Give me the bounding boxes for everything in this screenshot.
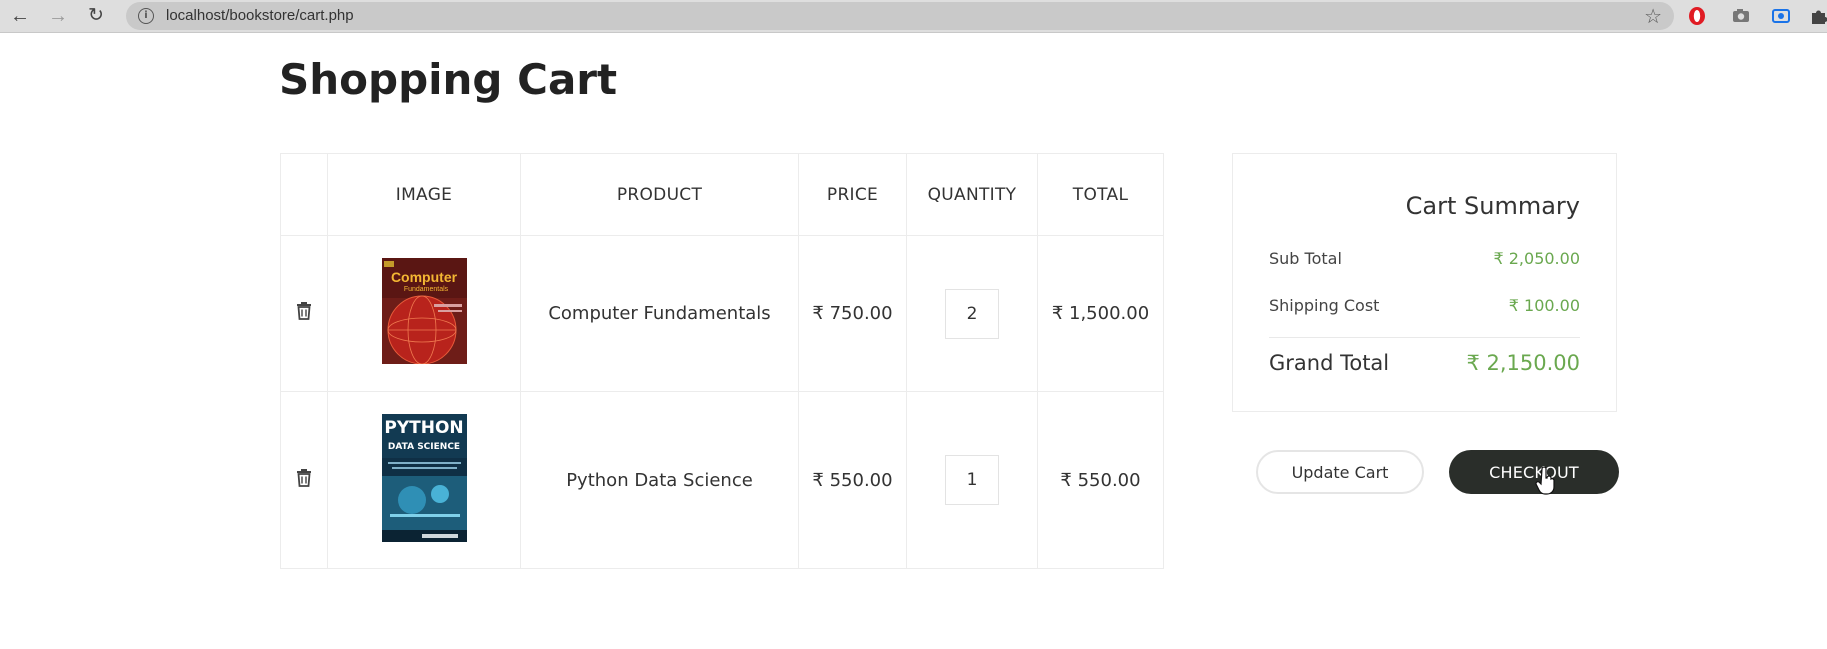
address-bar[interactable]: i localhost/bookstore/cart.php ☆ [126, 2, 1674, 30]
browser-toolbar: ← → ↻ i localhost/bookstore/cart.php ☆ [0, 0, 1827, 33]
header-price: PRICE [798, 153, 907, 236]
sub-total-label: Sub Total [1269, 249, 1342, 268]
table-header-row: IMAGE PRODUCT PRICE QUANTITY TOTAL [280, 153, 1164, 236]
header-product: PRODUCT [520, 153, 799, 236]
line-total: ₹ 550.00 [1037, 391, 1164, 569]
delete-cell [280, 391, 328, 569]
product-price: ₹ 550.00 [798, 391, 907, 569]
product-name[interactable]: Computer Fundamentals [520, 235, 799, 392]
image-cell: Computer Fundamentals [327, 235, 521, 392]
grand-total-row: Grand Total ₹ 2,150.00 [1269, 351, 1580, 375]
quantity-cell [906, 391, 1038, 569]
book-cover-computer-fundamentals[interactable]: Computer Fundamentals [381, 258, 467, 364]
screen-capture-icon[interactable] [1770, 5, 1792, 27]
sub-total-value: ₹ 2,050.00 [1493, 249, 1580, 268]
table-row: PYTHON DATA SCIENCE Python Data Science … [280, 391, 1164, 569]
quantity-cell [906, 235, 1038, 392]
delete-cell [280, 235, 328, 392]
cover-subtitle: Fundamentals [403, 286, 448, 293]
forward-arrow-icon[interactable]: → [46, 4, 70, 28]
image-cell: PYTHON DATA SCIENCE [327, 391, 521, 569]
extensions-puzzle-icon[interactable] [1808, 5, 1827, 27]
book-cover-python-data-science[interactable]: PYTHON DATA SCIENCE [381, 413, 467, 542]
back-arrow-icon[interactable]: ← [8, 4, 32, 28]
info-icon[interactable]: i [138, 8, 154, 24]
grand-total-value: ₹ 2,150.00 [1466, 351, 1580, 375]
cover-title: PYTHON [384, 418, 463, 438]
camera-icon[interactable] [1730, 5, 1752, 27]
table-row: Computer Fundamentals Computer Fundament… [280, 235, 1164, 392]
reload-icon[interactable]: ↻ [84, 4, 108, 28]
quantity-input[interactable] [945, 288, 999, 339]
trash-icon[interactable] [295, 301, 313, 321]
cover-title: Computer [390, 269, 457, 285]
line-total: ₹ 1,500.00 [1037, 235, 1164, 392]
update-cart-button[interactable]: Update Cart [1256, 450, 1424, 494]
product-name[interactable]: Python Data Science [520, 391, 799, 569]
shipping-value: ₹ 100.00 [1508, 296, 1580, 315]
header-delete [280, 153, 328, 236]
cart-table: IMAGE PRODUCT PRICE QUANTITY TOTAL Compu… [280, 153, 1164, 569]
sub-total-row: Sub Total ₹ 2,050.00 [1269, 249, 1580, 268]
header-image: IMAGE [327, 153, 521, 236]
url-text[interactable]: localhost/bookstore/cart.php [166, 7, 354, 24]
trash-icon[interactable] [295, 468, 313, 488]
summary-title: Cart Summary [1405, 192, 1580, 220]
hand-cursor-icon [1535, 467, 1555, 495]
header-quantity: QUANTITY [906, 153, 1038, 236]
grand-total-label: Grand Total [1269, 351, 1390, 375]
product-price: ₹ 750.00 [798, 235, 907, 392]
summary-divider [1269, 337, 1580, 338]
cart-summary: Cart Summary Sub Total ₹ 2,050.00 Shippi… [1232, 153, 1617, 412]
shipping-row: Shipping Cost ₹ 100.00 [1269, 296, 1580, 315]
header-total: TOTAL [1037, 153, 1164, 236]
quantity-input[interactable] [945, 455, 999, 505]
bookmark-star-icon[interactable]: ☆ [1644, 4, 1662, 29]
page-title: Shopping Cart [279, 55, 618, 104]
checkout-button[interactable]: CHECKOUT [1449, 450, 1619, 494]
cover-subtitle: DATA SCIENCE [387, 442, 459, 452]
opera-icon[interactable] [1686, 5, 1708, 27]
shipping-label: Shipping Cost [1269, 296, 1380, 315]
